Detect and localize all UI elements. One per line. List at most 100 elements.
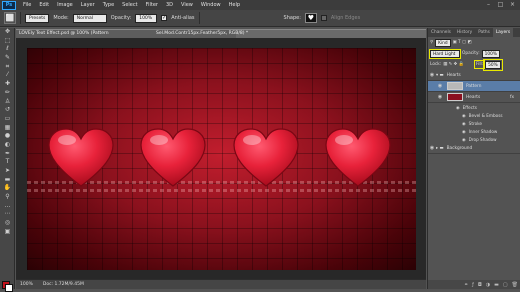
shape-label: Shape: [283, 15, 301, 21]
menu-select[interactable]: Select [118, 0, 141, 10]
effect-name: Drop Shadow [468, 136, 497, 142]
filter-icons[interactable]: ▣ T ▢ ◩ [453, 40, 472, 45]
panel-tabs: Channels History Paths Layers [428, 28, 520, 37]
effect-stroke[interactable]: ◉ Stroke [428, 119, 520, 127]
menu-type[interactable]: Type [99, 0, 118, 10]
brush-tool-icon[interactable]: ✏ [1, 89, 14, 98]
document-tab-bar: LOVEly Text Effect.psd @ 100% (Pattern S… [16, 29, 426, 38]
trash-icon[interactable]: 🗑 [512, 282, 518, 288]
minimize-button[interactable]: – [484, 1, 493, 9]
fill-label: Fill: [473, 60, 486, 69]
dodge-tool-icon[interactable]: ◐ [1, 141, 14, 150]
eye-icon[interactable]: ◉ [462, 129, 466, 134]
document-canvas[interactable] [27, 48, 416, 270]
effect-name: Stroke [468, 120, 482, 126]
heart-shape-4 [325, 128, 391, 187]
layer-group-hearts[interactable]: ◉ ▾ ▬ Hearts [428, 70, 520, 81]
screen-mode-icon[interactable]: ▣ [1, 228, 14, 237]
group-icon[interactable]: ▬ [494, 282, 499, 288]
eye-icon[interactable]: ◉ [436, 83, 444, 89]
quick-mask-icon[interactable]: ◎ [1, 219, 14, 228]
history-brush-tool-icon[interactable]: ↺ [1, 106, 14, 115]
opacity-field[interactable]: 100% [135, 13, 158, 23]
layer-group-background[interactable]: ◉ ▸ ▬ Background [428, 143, 520, 154]
fill-field[interactable]: 50% [483, 58, 503, 71]
move-tool-icon[interactable]: ✥ [1, 28, 14, 37]
type-tool-icon[interactable]: T [1, 158, 14, 167]
blend-mode-dropdown[interactable]: Hard Light [429, 48, 461, 59]
zoom-tool-icon[interactable]: ⚲ [1, 193, 14, 202]
kind-filter-dropdown[interactable]: Kind [435, 38, 451, 47]
menu-3d[interactable]: 3D [162, 0, 177, 10]
menu-layer[interactable]: Layer [77, 0, 99, 10]
tools-panel: ✥ ⬚ ℓ ✎ ⌗ ⁄ ✚ ✏ ♙ ↺ ▭ ▦ ● ◐ ✒ T ➤ ▬ ✋ ⚲ … [0, 28, 15, 292]
menu-view[interactable]: View [177, 0, 197, 10]
blur-tool-icon[interactable]: ● [1, 132, 14, 141]
eye-icon[interactable]: ◉ [428, 72, 436, 78]
effects-row[interactable]: ◉ Effects [428, 103, 520, 111]
fx-menu-icon[interactable]: ƒ [472, 282, 474, 288]
stitch-line [27, 189, 416, 192]
eraser-tool-icon[interactable]: ▭ [1, 115, 14, 124]
tab-layers[interactable]: Layers [492, 28, 514, 37]
pen-tool-icon[interactable]: ✒ [1, 150, 14, 159]
menu-window[interactable]: Window [197, 0, 225, 10]
eyedropper-tool-icon[interactable]: ⁄ [1, 71, 14, 80]
mode-label: Mode: [53, 15, 69, 21]
fx-icon: fx [509, 94, 514, 100]
shape-tool-icon[interactable]: ⬜ [4, 12, 16, 24]
maximize-button[interactable]: □ [496, 1, 505, 9]
link-icon[interactable]: ⚭ [464, 282, 468, 288]
window-controls: – □ × [484, 1, 517, 9]
photoshop-logo: Ps [2, 0, 16, 10]
opacity-field[interactable]: 100% [481, 49, 500, 58]
opacity-label: Opacity: [462, 51, 480, 56]
effect-drop-shadow[interactable]: ◉ Drop Shadow [428, 135, 520, 143]
quick-select-tool-icon[interactable]: ✎ [1, 54, 14, 63]
heart-shape-picker[interactable]: ♥ [304, 13, 317, 23]
effects-label: Effects [462, 104, 477, 110]
hand-tool-icon[interactable]: ✋ [1, 184, 14, 193]
menu-image[interactable]: Image [53, 0, 77, 10]
tab-channels[interactable]: Channels [428, 28, 454, 37]
effect-inner-shadow[interactable]: ◉ Inner Shadow [428, 127, 520, 135]
edit-toolbar-icon[interactable]: ⋯ [1, 210, 14, 219]
antialias-checkbox[interactable]: ✓ [161, 15, 168, 21]
new-layer-icon[interactable]: ▢ [503, 282, 508, 288]
path-select-tool-icon[interactable]: ➤ [1, 167, 14, 176]
eye-icon[interactable]: ◉ [428, 145, 436, 151]
lock-icons[interactable]: ▦ ✎ ✥ 🔒 [443, 62, 464, 67]
zoom-level[interactable]: 100% [20, 282, 33, 287]
mode-dropdown[interactable]: Normal [72, 13, 107, 23]
menu-file[interactable]: File [19, 0, 35, 10]
crop-tool-icon[interactable]: ⌗ [1, 63, 14, 72]
align-edges-checkbox[interactable] [320, 15, 327, 21]
tab-history[interactable]: History [454, 28, 475, 37]
eye-icon[interactable]: ◉ [462, 121, 466, 126]
heart-shape-1 [48, 128, 114, 187]
layer-name: Background [446, 145, 473, 151]
menu-filter[interactable]: Filter [142, 0, 162, 10]
mask-icon[interactable]: ◘ [478, 282, 482, 288]
eye-icon[interactable]: ◉ [462, 113, 466, 118]
clone-stamp-tool-icon[interactable]: ♙ [1, 98, 14, 107]
layer-pattern[interactable]: ◉ Pattern [428, 81, 520, 92]
effect-bevel-emboss[interactable]: ◉ Bevel & Emboss [428, 111, 520, 119]
gradient-tool-icon[interactable]: ▦ [1, 124, 14, 133]
document-title-2: Sel.Mod.Contr15px.Feather5px, RGB/8) * [156, 31, 249, 36]
eye-icon[interactable]: ◉ [462, 137, 466, 142]
eye-icon[interactable]: ◉ [456, 105, 460, 110]
presets-dropdown[interactable]: Presets [25, 13, 50, 23]
tab-paths[interactable]: Paths [475, 28, 493, 37]
background-color-swatch[interactable] [5, 284, 13, 292]
menu-edit[interactable]: Edit [35, 0, 53, 10]
lasso-tool-icon[interactable]: ℓ [1, 45, 14, 54]
healing-tool-icon[interactable]: ✚ [1, 80, 14, 89]
marquee-tool-icon[interactable]: ⬚ [1, 37, 14, 46]
eye-icon[interactable]: ◉ [436, 94, 444, 100]
menu-help[interactable]: Help [225, 0, 244, 10]
layer-hearts[interactable]: ◉ Hearts fx [428, 92, 520, 103]
extra-tools-icon[interactable]: … [1, 202, 14, 211]
close-button[interactable]: × [508, 1, 517, 9]
adjustment-icon[interactable]: ◑ [486, 282, 490, 288]
